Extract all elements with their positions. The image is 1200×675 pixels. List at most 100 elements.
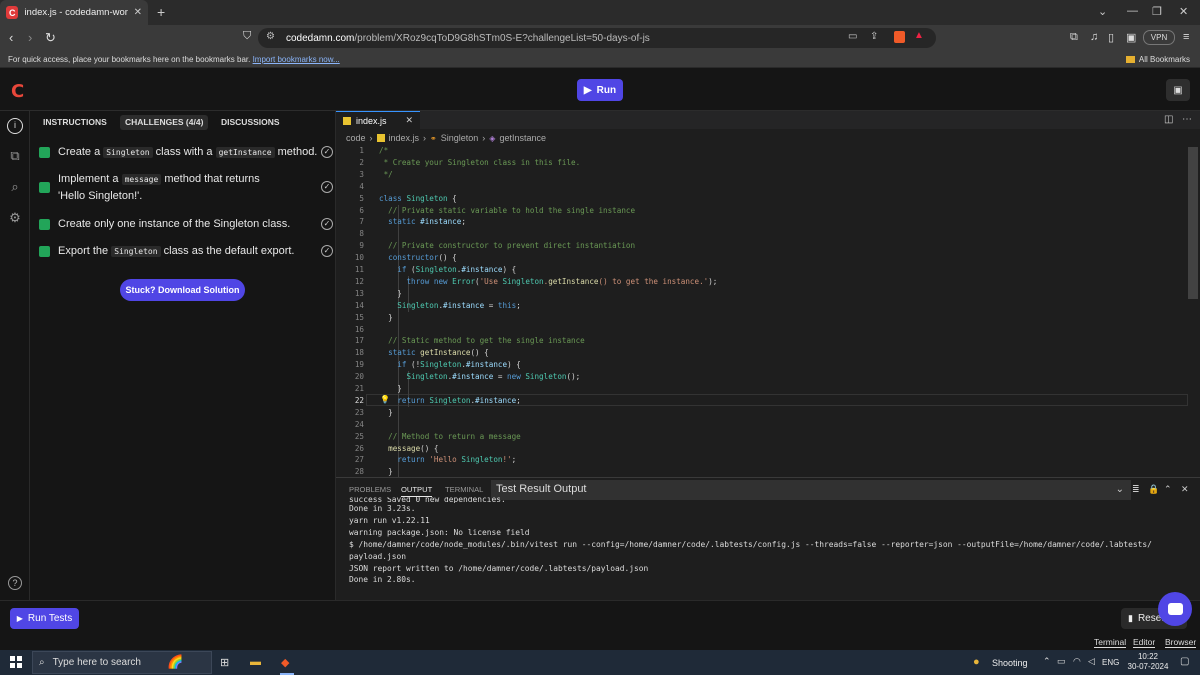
info-icon[interactable]: i xyxy=(7,118,23,134)
view-editor[interactable]: Editor xyxy=(1133,637,1156,648)
breadcrumb-item[interactable]: Singleton xyxy=(441,133,479,143)
code-line[interactable]: } xyxy=(379,383,402,395)
gear-icon[interactable]: ⚙ xyxy=(7,210,23,226)
code-line[interactable]: // Private constructor to prevent direct… xyxy=(379,240,635,252)
run-button[interactable]: ▶ Run xyxy=(577,79,623,101)
code-line[interactable]: class Singleton { xyxy=(379,193,457,205)
download-solution-button[interactable]: Stuck? Download Solution xyxy=(120,279,245,301)
split-editor-icon[interactable]: ◫ xyxy=(1164,114,1173,125)
tab-problems[interactable]: PROBLEMS xyxy=(349,485,391,494)
code-line[interactable]: // Static method to get the single insta… xyxy=(379,335,585,347)
run-tests-button[interactable]: ▶ Run Tests xyxy=(10,608,79,629)
code-line[interactable]: } xyxy=(379,407,393,419)
brave-rewards-icon[interactable]: ▲ xyxy=(914,30,924,41)
code-line[interactable]: // Method to return a message xyxy=(379,431,521,443)
minimize-icon[interactable]: — xyxy=(1127,5,1138,17)
weather-label[interactable]: Shooting xyxy=(992,658,1028,668)
wallet-icon[interactable]: ▣ xyxy=(1126,31,1136,44)
bookmark-icon[interactable]: ⛉ xyxy=(243,30,251,43)
tab-discussions[interactable]: DISCUSSIONS xyxy=(216,115,285,130)
code-line[interactable]: } xyxy=(379,466,393,477)
code-line[interactable]: // Private static variable to hold the s… xyxy=(379,205,635,217)
site-info-icon[interactable]: ⚙ xyxy=(266,31,275,42)
codedamn-logo[interactable]: C xyxy=(11,81,24,102)
back-icon[interactable]: ‹ xyxy=(9,30,13,45)
language-indicator[interactable]: ENG xyxy=(1102,658,1119,667)
restore-icon[interactable]: ❐ xyxy=(1152,5,1162,18)
tray-overflow-icon[interactable]: ⌃ xyxy=(1043,656,1051,667)
search-icon[interactable]: ⌕ xyxy=(7,179,23,195)
brave-browser-icon[interactable]: ◆ xyxy=(281,656,289,669)
code-line[interactable]: return Singleton.#instance; xyxy=(379,395,520,407)
all-bookmarks-button[interactable]: All Bookmarks xyxy=(1126,55,1190,64)
code-line[interactable]: Singleton.#instance = new Singleton(); xyxy=(379,371,580,383)
editor-scroll-thumb[interactable] xyxy=(1188,147,1198,299)
view-browser[interactable]: Browser xyxy=(1165,637,1197,648)
chat-support-button[interactable] xyxy=(1158,592,1192,626)
new-tab-icon[interactable]: + xyxy=(157,4,165,20)
breadcrumb-item[interactable]: getInstance xyxy=(499,133,546,143)
code-line[interactable]: /* xyxy=(379,145,388,157)
code-line[interactable]: Singleton.#instance = this; xyxy=(379,300,520,312)
code-line[interactable]: constructor() { xyxy=(379,252,457,264)
reading-list-icon[interactable]: ▯ xyxy=(1108,31,1114,44)
reload-icon[interactable]: ↻ xyxy=(45,30,56,46)
vpn-button[interactable]: VPN xyxy=(1143,30,1175,45)
code-line[interactable]: } xyxy=(379,312,393,324)
passed-check-icon: ✓ xyxy=(321,245,333,257)
wifi-icon[interactable]: ◠ xyxy=(1073,656,1081,667)
menu-icon[interactable]: ≡ xyxy=(1183,31,1189,43)
brave-shield-icon[interactable] xyxy=(894,31,905,43)
code-line[interactable]: throw new Error('Use Singleton.getInstan… xyxy=(379,276,717,288)
breadcrumb-item[interactable]: index.js xyxy=(389,133,420,143)
taskbar-clock[interactable]: 10:22 30-07-2024 xyxy=(1126,652,1170,672)
code-line[interactable]: if (!Singleton.#instance) { xyxy=(379,359,520,371)
code-line[interactable]: static getInstance() { xyxy=(379,347,489,359)
code-line[interactable]: if (Singleton.#instance) { xyxy=(379,264,516,276)
close-file-icon[interactable]: ✕ xyxy=(406,115,414,126)
code-line[interactable]: return 'Hello Singleton!'; xyxy=(379,454,516,466)
maximize-panel-icon[interactable]: ⌃ xyxy=(1164,484,1172,495)
file-tab-index-js[interactable]: index.js ✕ xyxy=(336,111,420,129)
lock-scroll-icon[interactable]: 🔒 xyxy=(1148,484,1159,495)
network-icon[interactable]: ▭ xyxy=(1057,656,1066,667)
help-icon[interactable]: ? xyxy=(8,576,22,590)
close-panel-icon[interactable]: ✕ xyxy=(1181,484,1189,495)
task-view-icon[interactable]: ⊞ xyxy=(220,656,229,669)
browser-tab[interactable]: C index.js - codedamn-workspace ✕ xyxy=(0,0,148,25)
code-line[interactable]: message() { xyxy=(379,443,438,455)
close-window-icon[interactable]: ✕ xyxy=(1179,5,1188,18)
file-explorer-icon[interactable]: ▬ xyxy=(250,656,261,668)
forward-icon[interactable]: › xyxy=(28,30,32,45)
extensions-icon[interactable]: ⧉ xyxy=(1070,31,1078,44)
import-bookmarks-link[interactable]: Import bookmarks now... xyxy=(253,55,340,64)
chevron-right-icon: › xyxy=(423,133,427,143)
tab-instructions[interactable]: INSTRUCTIONS xyxy=(38,115,112,130)
tab-search-chevron-icon[interactable]: ⌄ xyxy=(1098,5,1107,18)
files-icon[interactable]: ⧉ xyxy=(7,148,23,164)
tab-terminal[interactable]: TERMINAL xyxy=(445,485,483,494)
code-line[interactable]: } xyxy=(379,288,402,300)
close-tab-icon[interactable]: ✕ xyxy=(134,7,142,18)
lightbulb-icon[interactable]: 💡 xyxy=(380,395,390,404)
view-terminal[interactable]: Terminal xyxy=(1094,637,1127,648)
code-line[interactable]: */ xyxy=(379,169,393,181)
clear-output-icon[interactable]: ≣ xyxy=(1132,484,1140,495)
media-icon[interactable]: ♫ xyxy=(1090,31,1098,43)
code-area[interactable]: 1 /* 2 * Create your Singleton class in th… xyxy=(336,145,1200,477)
notifications-icon[interactable]: ▢ xyxy=(1180,656,1189,667)
breadcrumb-item[interactable]: code xyxy=(346,133,366,143)
code-line[interactable]: * Create your Singleton class in this fi… xyxy=(379,157,581,169)
url-field[interactable]: codedamn.com/problem/XRoz9cqToD9G8hSTm0S… xyxy=(258,28,936,48)
tab-output[interactable]: OUTPUT xyxy=(401,485,433,497)
volume-icon[interactable]: ◁ xyxy=(1088,656,1095,667)
search-placeholder: Type here to search xyxy=(52,657,141,668)
windows-start-icon[interactable] xyxy=(10,656,22,668)
taskbar-search[interactable]: ⌕ Type here to search 🌈 xyxy=(32,651,212,674)
more-actions-icon[interactable]: ⋯ xyxy=(1182,114,1192,125)
code-line[interactable]: static #instance; xyxy=(379,216,466,228)
tab-challenges[interactable]: CHALLENGES (4/4) xyxy=(120,115,209,130)
cast-icon[interactable]: ▭ xyxy=(848,31,857,42)
lab-settings-button[interactable]: ▣ xyxy=(1166,79,1190,101)
share-icon[interactable]: ⇪ xyxy=(870,31,878,42)
